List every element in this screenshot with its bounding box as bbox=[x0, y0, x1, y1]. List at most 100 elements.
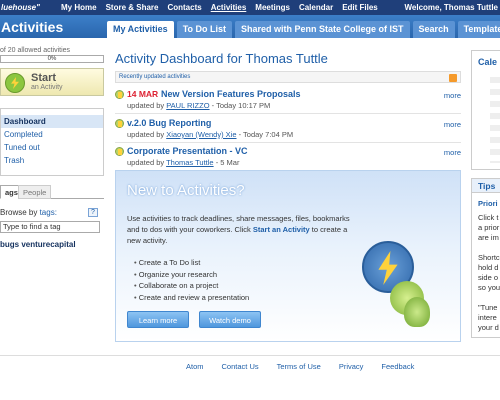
browse-tags-link[interactable]: tags: bbox=[40, 208, 57, 217]
start-activity-button[interactable]: Start an Activity bbox=[0, 68, 104, 96]
brand-logo[interactable]: luehouse" bbox=[1, 3, 40, 12]
tab-templates[interactable]: Templates bbox=[457, 21, 500, 38]
tip-line: Shortc bbox=[478, 253, 500, 262]
activity-icon bbox=[115, 119, 124, 128]
app-header: Activities My Activities To Do List Shar… bbox=[0, 15, 500, 38]
footer-atom-link[interactable]: Atom bbox=[186, 362, 204, 371]
activity-row: Corporate Presentation - VC updated by T… bbox=[115, 145, 461, 171]
tip-line: intere bbox=[478, 313, 497, 322]
tips-panel: Tips Priori Click t a prior are im Short… bbox=[471, 178, 500, 338]
tag-cloud-link[interactable]: bugs venturecapital bbox=[0, 240, 76, 249]
quota-text: of 20 allowed activities bbox=[0, 47, 71, 54]
calendar-heading: Cale bbox=[478, 57, 498, 67]
list-item: Collaborate on a project bbox=[134, 280, 249, 292]
tab-my-activities[interactable]: My Activities bbox=[107, 21, 174, 38]
nav-my-home[interactable]: My Home bbox=[61, 3, 97, 12]
watch-demo-button[interactable]: Watch demo bbox=[199, 311, 261, 328]
promo-heading: New to Activities? bbox=[127, 182, 245, 199]
promo-bullets: Create a To Do list Organize your resear… bbox=[134, 257, 249, 303]
rss-feed-icon[interactable] bbox=[449, 74, 457, 82]
tips-heading: Tips bbox=[472, 179, 500, 193]
activity-title-link[interactable]: New Version Features Proposals bbox=[161, 89, 301, 99]
footer-contact-link[interactable]: Contact Us bbox=[222, 362, 259, 371]
nav-edit-files[interactable]: Edit Files bbox=[342, 3, 378, 12]
activity-tabs: My Activities To Do List Shared with Pen… bbox=[107, 21, 500, 38]
updated-by-label: updated by bbox=[127, 158, 167, 167]
app-title: Activities bbox=[1, 19, 64, 35]
global-nav-bar: luehouse" My Home Store & Share Contacts… bbox=[0, 0, 500, 15]
footer-feedback-link[interactable]: Feedback bbox=[381, 362, 414, 371]
updated-time: - 5 Mar bbox=[213, 158, 240, 167]
tip-line: "Tune bbox=[478, 303, 498, 312]
footer-terms-link[interactable]: Terms of Use bbox=[277, 362, 321, 371]
tip-line: so you bbox=[478, 283, 500, 292]
browse-prefix: Browse by bbox=[0, 208, 40, 217]
tip-line: side o bbox=[478, 273, 499, 282]
new-to-activities-panel: New to Activities? Use activities to tra… bbox=[115, 170, 461, 342]
menu-trash[interactable]: Trash bbox=[1, 154, 103, 167]
user-link[interactable]: Thomas Tuttle bbox=[166, 158, 214, 167]
updated-by-label: updated by bbox=[127, 101, 167, 110]
tab-shared[interactable]: Shared with Penn State College of IST bbox=[235, 21, 410, 38]
activity-icon bbox=[115, 147, 124, 156]
menu-tuned-out[interactable]: Tuned out bbox=[1, 141, 103, 154]
global-nav: My Home Store & Share Contacts Activitie… bbox=[61, 3, 378, 12]
tip-line: are im bbox=[478, 233, 499, 242]
activity-updated-line: updated by Thomas Tuttle - 5 Mar bbox=[127, 158, 239, 167]
activity-updated-line: updated by PAUL RIZZO - Today 10:17 PM bbox=[127, 101, 270, 110]
tip-line: Click t bbox=[478, 213, 499, 222]
activity-title-link[interactable]: Corporate Presentation - VC bbox=[127, 146, 248, 156]
list-item: Create a To Do list bbox=[134, 257, 249, 269]
page-title: Activity Dashboard for Thomas Tuttle bbox=[115, 51, 328, 66]
updated-time: - Today 7:04 PM bbox=[236, 130, 294, 139]
tab-people[interactable]: People bbox=[18, 185, 52, 199]
footer-divider bbox=[0, 355, 500, 356]
nav-activities[interactable]: Activities bbox=[211, 3, 247, 12]
more-link[interactable]: more bbox=[444, 91, 461, 100]
lightning-icon bbox=[5, 73, 25, 93]
user-link[interactable]: PAUL RIZZO bbox=[166, 101, 209, 110]
activities-illustration bbox=[360, 241, 432, 329]
tag-search-input[interactable]: Type to find a tag bbox=[0, 221, 100, 233]
tip-title: Priori bbox=[478, 199, 498, 208]
more-link[interactable]: more bbox=[444, 148, 461, 157]
updated-time: - Today 10:17 PM bbox=[209, 101, 271, 110]
footer-links: Atom Contact Us Terms of Use Privacy Fee… bbox=[186, 362, 414, 371]
promo-start-link[interactable]: Start an Activity bbox=[253, 225, 310, 234]
browse-by-row: Browse by tags: bbox=[0, 208, 57, 217]
nav-meetings[interactable]: Meetings bbox=[255, 3, 290, 12]
user-link[interactable]: Xiaoyan (Wendy) Xie bbox=[166, 130, 236, 139]
updated-by-label: updated by bbox=[127, 130, 167, 139]
person-icon bbox=[404, 297, 430, 327]
nav-contacts[interactable]: Contacts bbox=[167, 3, 201, 12]
calendar-widget: Cale bbox=[471, 50, 500, 170]
welcome-text: Welcome, Thomas Tuttle bbox=[404, 3, 499, 12]
promo-text: Use activities to track deadlines, share… bbox=[127, 213, 362, 246]
nav-store-share[interactable]: Store & Share bbox=[106, 3, 159, 12]
calendar-grid bbox=[490, 77, 500, 163]
learn-more-button[interactable]: Learn more bbox=[127, 311, 189, 328]
list-item: Create and review a presentation bbox=[134, 292, 249, 304]
more-link[interactable]: more bbox=[444, 120, 461, 129]
nav-calendar[interactable]: Calendar bbox=[299, 3, 333, 12]
tab-to-do-list[interactable]: To Do List bbox=[176, 21, 233, 38]
menu-completed[interactable]: Completed bbox=[1, 128, 103, 141]
tip-line: a prior bbox=[478, 223, 500, 232]
start-label: Start bbox=[31, 72, 57, 84]
footer-privacy-link[interactable]: Privacy bbox=[339, 362, 364, 371]
tip-line: your d bbox=[478, 323, 499, 332]
activity-title-link[interactable]: v.2.0 Bug Reporting bbox=[127, 118, 211, 128]
activity-filter-menu: Dashboard Completed Tuned out Trash bbox=[0, 108, 104, 176]
recent-label: Recently updated activities bbox=[119, 74, 191, 80]
activity-icon bbox=[115, 90, 124, 99]
activity-date-badge: 14 MAR bbox=[127, 89, 159, 99]
quota-progress-bar: 0% bbox=[0, 55, 104, 63]
help-icon[interactable]: ? bbox=[88, 208, 98, 217]
activity-row: 14 MAR New Version Features Proposals up… bbox=[115, 88, 461, 114]
activity-row: v.2.0 Bug Reporting updated by Xiaoyan (… bbox=[115, 117, 461, 143]
tag-tabs: ags People bbox=[0, 185, 104, 199]
tab-search[interactable]: Search bbox=[412, 21, 455, 38]
recent-activities-header: Recently updated activities bbox=[115, 71, 461, 83]
list-item: Organize your research bbox=[134, 269, 249, 281]
menu-dashboard[interactable]: Dashboard bbox=[1, 115, 103, 128]
